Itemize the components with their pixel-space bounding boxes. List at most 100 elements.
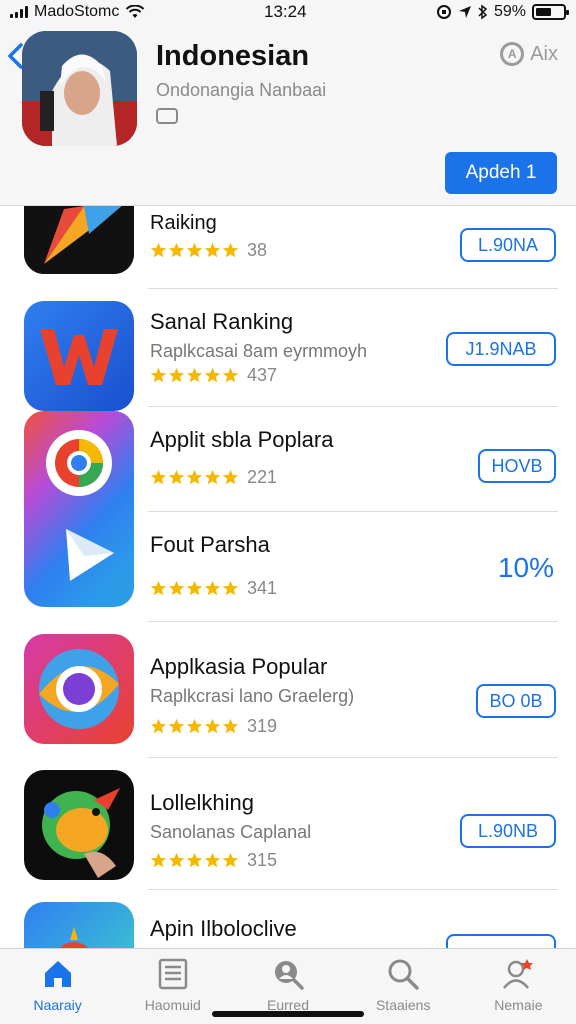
app-name: Sanal Ranking [150,309,294,334]
list-icon [158,958,188,990]
get-button[interactable]: HOVB [478,449,556,483]
star-icon [186,852,203,868]
get-button[interactable]: BO 0B [476,684,556,718]
app-name: Lollelkhing [150,790,254,815]
star-icon [222,242,239,258]
list-item[interactable]: Lollelkhing Sanolanas Caplanal 315 L.90N… [0,758,576,890]
app-list: Raiking 38 L.90NA Sanal Ranking Raplkcas… [0,206,576,948]
star-icon [204,469,221,485]
app-rating: 437 [150,365,277,386]
tab-profile[interactable]: Nemaie [461,949,576,1024]
tab-label: Staaiens [375,997,431,1013]
status-left: MadoStomc [10,3,145,21]
rating-count: 38 [247,240,268,260]
star-rating-icon [150,242,239,259]
star-icon [168,242,185,258]
w-letter-app-icon [24,301,134,411]
app-name: Applit sbla Poplara [150,427,334,452]
star-icon [168,469,185,485]
tab-label: Nemaie [494,997,543,1013]
rating-count: 315 [247,850,278,870]
star-icon [186,242,203,258]
get-button[interactable]: L.90NA [460,228,556,262]
app-rating: 341 [150,578,277,599]
star-icon [186,367,203,383]
cellular-signal-icon [10,6,28,18]
star-icon [168,580,185,596]
search-icon [388,959,419,990]
star-rating-icon [150,580,239,597]
tab-home[interactable]: Naaraiy [0,949,115,1024]
star-icon [204,718,221,734]
star-icon [150,367,167,383]
app-name: Applkasia Popular [150,654,328,679]
tab-label: Naaraiy [33,997,82,1013]
status-bar: MadoStomc 13:24 59% [0,0,576,24]
app-name: Apin Ilboloclive [150,916,297,941]
star-icon [186,469,203,485]
star-icon [168,852,185,868]
star-icon [204,367,221,383]
star-icon [222,718,239,734]
app-header: Indonesian Ondonangia Nanbaai A Aix Apde… [0,24,576,206]
star-icon [204,852,221,868]
page-title: Indonesian [156,40,310,72]
a-circle-icon: A [500,42,525,66]
sun-app-icon [24,902,134,948]
header-action[interactable]: A Aix [500,42,558,66]
list-item[interactable]: Sanal Ranking Raplkcasai 8am eyrmmoyh 43… [0,289,576,411]
status-right: 59% [436,3,569,21]
star-rating-icon [150,367,239,384]
get-button[interactable] [446,934,556,948]
rating-count: 437 [247,365,278,385]
age-rating-badge-icon [156,108,178,124]
star-icon [168,718,185,734]
star-icon [186,580,203,596]
app-name: Fout Parsha [150,532,270,557]
star-icon [150,242,167,258]
lock-rotation-icon [436,5,451,19]
get-button[interactable]: L.90NB [460,814,556,848]
lens-app-icon [24,634,134,744]
rating-count: 221 [247,467,278,487]
list-item[interactable]: Applit sbla Poplara 221 HOVB [0,407,576,512]
list-item[interactable]: Raiking 38 L.90NA [0,206,576,289]
profile-icon [503,959,534,989]
app-rating: 319 [150,716,277,737]
star-icon [150,852,167,868]
star-rating-icon [150,718,239,735]
battery-icon [532,4,569,20]
star-icon [150,718,167,734]
star-icon [150,580,167,596]
star-icon [150,469,167,485]
rating-count: 341 [247,578,278,598]
discount-button[interactable]: 10% [498,552,554,584]
app-name: Raiking [150,212,217,234]
page-subtitle: Ondonangia Nanbaai [156,80,327,100]
list-item[interactable]: Apin Ilboloclive [0,890,576,948]
search-person-icon [275,961,304,990]
star-icon [222,367,239,383]
home-indicator[interactable] [212,1011,364,1017]
star-rating-icon [150,852,239,869]
header-primary-button[interactable]: Apdeh 1 [445,152,557,194]
location-icon [458,6,471,18]
star-icon [222,852,239,868]
star-icon [222,469,239,485]
wifi-icon [126,5,145,18]
battery-percent: 59% [493,3,526,20]
paper-plane-app-icon [24,206,134,274]
list-item[interactable]: Fout Parsha 341 10% [0,512,576,622]
get-button[interactable]: J1.9NAB [446,332,556,366]
header-action-label: Aix [530,42,558,65]
app-rating: 315 [150,850,277,871]
list-item[interactable]: Applkasia Popular Raplkcrasi lano Graele… [0,622,576,758]
star-rating-icon [150,469,239,486]
app-description: Raplkcasai 8am eyrmmoyh [150,341,368,361]
star-icon [204,242,221,258]
app-rating: 38 [150,240,267,261]
app-description: Raplkcrasi lano Graelerg) [150,686,355,706]
carrier-name: MadoStomc [34,3,120,20]
app-description: Sanolanas Caplanal [150,822,312,842]
bird-game-app-icon [24,770,134,880]
